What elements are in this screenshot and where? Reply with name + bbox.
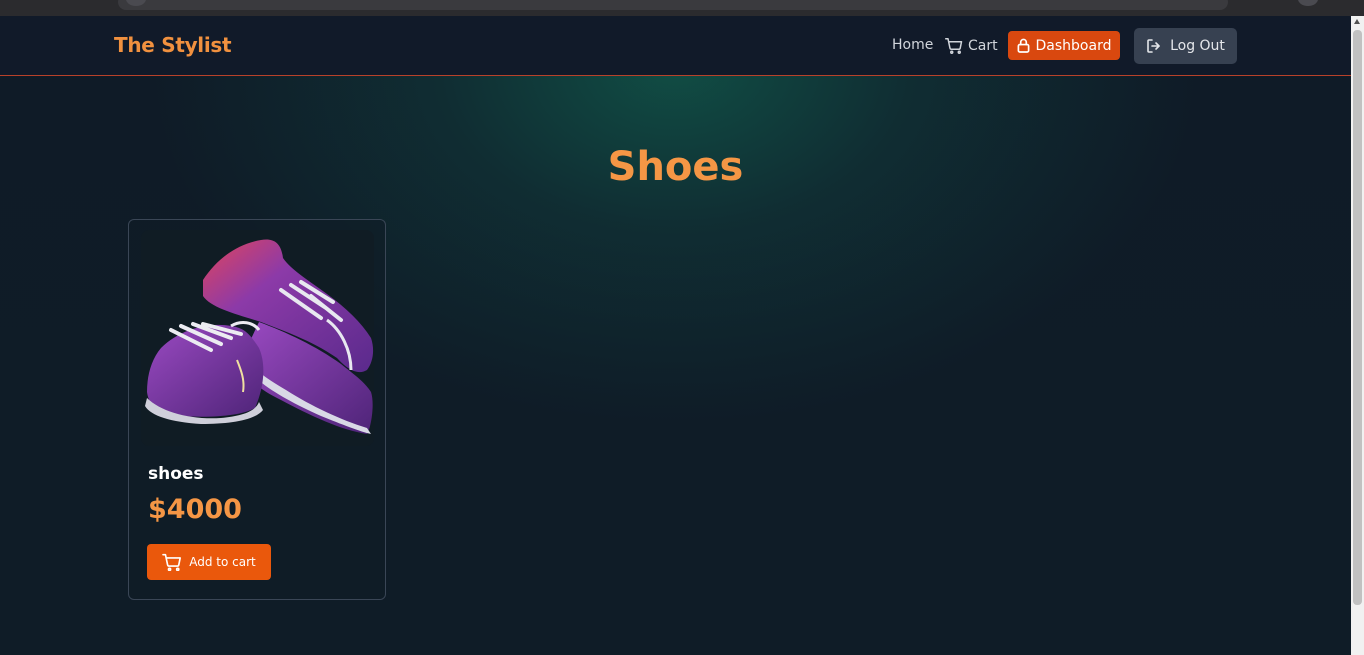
lock-icon <box>1017 38 1030 53</box>
scroll-up-icon[interactable] <box>1354 19 1360 24</box>
add-to-cart-label: Add to cart <box>189 555 256 569</box>
logout-label: Log Out <box>1170 38 1225 54</box>
dashboard-button[interactable]: Dashboard <box>1008 31 1120 60</box>
scrollbar-thumb[interactable] <box>1353 30 1362 605</box>
product-price: $4000 <box>148 494 242 525</box>
cart-icon <box>162 553 182 571</box>
nav-cart-link[interactable]: Cart <box>945 37 998 54</box>
nav-home-link[interactable]: Home <box>892 37 933 53</box>
address-bar[interactable] <box>118 0 1228 10</box>
sneaker-image <box>145 239 374 434</box>
browser-chrome <box>0 0 1364 16</box>
product-image[interactable] <box>141 230 374 446</box>
profile-icon[interactable] <box>1298 0 1318 6</box>
nav-cart-label: Cart <box>968 37 998 54</box>
logout-icon <box>1146 38 1162 54</box>
navbar: The Stylist Home Cart Dashboard Log Out <box>0 16 1351 76</box>
page-scrollbar[interactable] <box>1351 16 1364 655</box>
product-title[interactable]: shoes <box>148 464 204 484</box>
cart-icon <box>945 37 963 54</box>
product-card: shoes $4000 Add to cart <box>128 219 386 600</box>
page-title: Shoes <box>607 144 744 190</box>
dashboard-label: Dashboard <box>1035 37 1112 54</box>
logout-button[interactable]: Log Out <box>1134 28 1237 64</box>
page: The Stylist Home Cart Dashboard Log Out … <box>0 16 1351 655</box>
brand-logo[interactable]: The Stylist <box>114 33 232 57</box>
add-to-cart-button[interactable]: Add to cart <box>147 544 271 580</box>
nav-home-label: Home <box>892 37 934 53</box>
